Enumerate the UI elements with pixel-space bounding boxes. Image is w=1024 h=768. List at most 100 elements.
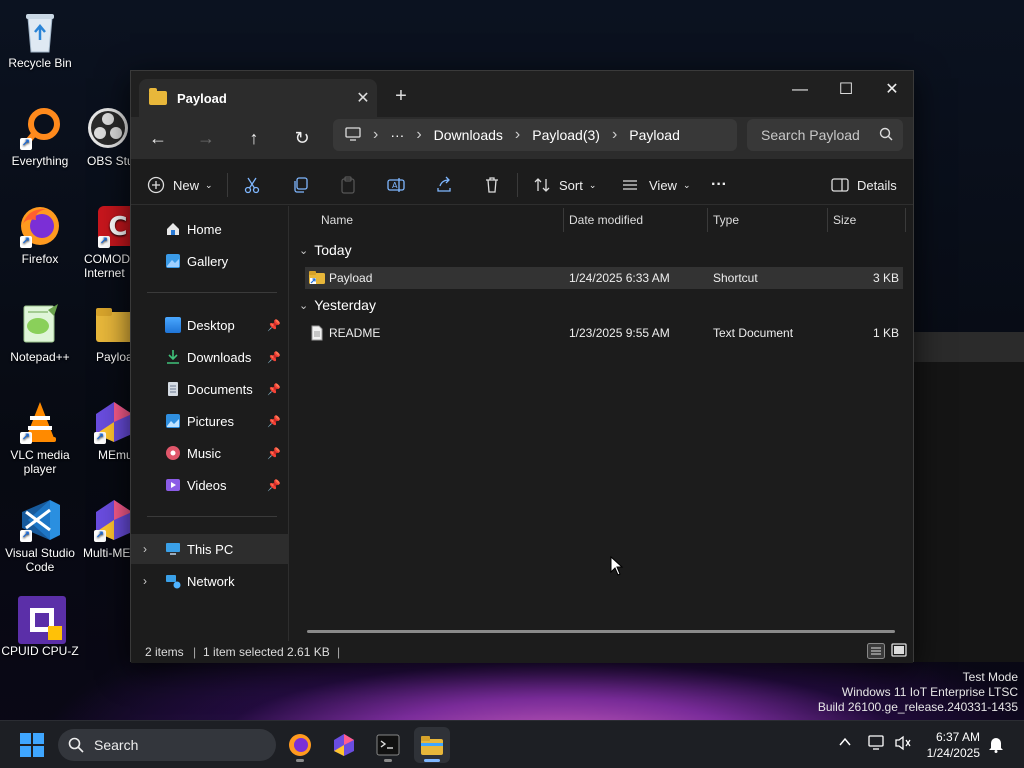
forward-button[interactable]: → [191, 123, 221, 153]
comodo-icon: C ↗ [96, 204, 130, 248]
desktop-icon-multi-memu[interactable]: ↗ Multi-ME [78, 498, 130, 560]
column-header-date[interactable]: Date modified [569, 206, 643, 234]
breadcrumb-overflow[interactable]: ··· [390, 127, 404, 143]
title-bar[interactable]: Payload ✕ + — ☐ ✕ [131, 71, 913, 117]
start-button[interactable] [20, 733, 44, 760]
column-divider[interactable] [827, 208, 828, 232]
column-header-name[interactable]: Name [321, 206, 353, 234]
chevron-down-icon: ⌄ [299, 299, 309, 312]
desktop-icon-comodo[interactable]: C ↗ COMOD Internet [78, 204, 130, 280]
desktop-icon-vscode[interactable]: ↗ Visual Studio Code [0, 498, 80, 574]
chevron-right-icon[interactable]: › [373, 126, 378, 144]
search-icon [879, 127, 893, 141]
network-status-icon[interactable] [868, 735, 886, 754]
file-explorer-window[interactable]: Payload ✕ + — ☐ ✕ ← → ↑ ↻ › ··· › Downlo… [130, 70, 914, 663]
details-pane-button[interactable]: Details [831, 171, 897, 199]
nav-item-videos[interactable]: Videos 📌 [131, 470, 289, 500]
group-header-today[interactable]: ⌄ Today [299, 242, 352, 258]
horizontal-scrollbar[interactable] [307, 630, 895, 633]
desktop-icon-everything[interactable]: ↗ Everything [0, 106, 80, 168]
tab-payload[interactable]: Payload ✕ [139, 79, 377, 117]
nav-item-pictures[interactable]: Pictures 📌 [131, 406, 289, 436]
pin-icon[interactable]: 📌 [267, 415, 281, 428]
desktop-icon-recycle-bin[interactable]: Recycle Bin [0, 8, 80, 70]
chevron-up-icon[interactable] [838, 735, 852, 752]
nav-item-this-pc[interactable]: › This PC [131, 534, 289, 564]
monitor-icon [345, 126, 361, 144]
details-view-button[interactable] [867, 643, 885, 662]
taskbar-search[interactable]: Search [58, 729, 276, 761]
breadcrumb-payload[interactable]: Payload [629, 127, 680, 143]
nav-divider [147, 292, 277, 293]
pin-icon[interactable]: 📌 [267, 351, 281, 364]
pin-icon[interactable]: 📌 [267, 383, 281, 396]
refresh-button[interactable]: ↻ [287, 123, 317, 153]
delete-button[interactable] [483, 171, 501, 199]
chevron-right-icon[interactable]: › [143, 542, 147, 556]
close-button[interactable]: ✕ [869, 75, 915, 105]
table-row[interactable]: Payload 1/24/2025 6:33 AM Shortcut 3 KB [305, 267, 903, 289]
taskbar-file-explorer[interactable] [414, 727, 450, 763]
breadcrumb-downloads[interactable]: Downloads [434, 127, 503, 143]
back-button[interactable]: ← [143, 123, 173, 153]
minimize-button[interactable]: — [777, 75, 823, 105]
chevron-right-icon[interactable]: › [416, 126, 421, 144]
column-divider[interactable] [905, 208, 906, 232]
background-window-body [914, 362, 1024, 662]
nav-item-network[interactable]: › Network [131, 566, 289, 596]
copy-button[interactable] [291, 171, 309, 199]
sort-button[interactable]: Sort ⌄ [533, 171, 596, 199]
desktop-icon-firefox[interactable]: ↗ Firefox [0, 204, 80, 266]
desktop-icon-notepadpp[interactable]: Notepad++ [0, 302, 80, 364]
volume-muted-icon[interactable] [894, 735, 912, 754]
maximize-button[interactable]: ☐ [823, 75, 869, 105]
share-button[interactable] [435, 171, 453, 199]
desktop-icon-obs[interactable]: OBS Stu [78, 106, 138, 168]
cut-button[interactable] [243, 171, 261, 199]
nav-item-home[interactable]: Home [131, 214, 289, 244]
pin-icon[interactable]: 📌 [267, 479, 281, 492]
nav-item-downloads[interactable]: Downloads 📌 [131, 342, 289, 372]
desktop-icon-payload-folder[interactable]: Payloa [78, 302, 130, 364]
chevron-right-icon[interactable]: › [515, 126, 520, 144]
file-date: 1/23/2025 9:55 AM [569, 326, 670, 340]
taskbar-terminal[interactable] [370, 727, 406, 763]
desktop-icon-cpuz[interactable]: CPUID CPU-Z [0, 596, 80, 658]
notification-bell-icon[interactable] [988, 735, 1004, 756]
column-header-size[interactable]: Size [833, 206, 856, 234]
column-divider[interactable] [563, 208, 564, 232]
column-header-type[interactable]: Type [713, 206, 739, 234]
nav-item-gallery[interactable]: Gallery [131, 246, 289, 276]
file-date: 1/24/2025 6:33 AM [569, 271, 670, 285]
tiles-view-button[interactable] [891, 643, 907, 660]
nav-item-desktop[interactable]: Desktop 📌 [131, 310, 289, 340]
view-button[interactable]: View ⌄ [621, 171, 691, 199]
address-bar[interactable]: › ··· › Downloads › Payload(3) › Payload [333, 119, 737, 151]
tab-close-button[interactable]: ✕ [349, 88, 377, 108]
clock[interactable]: 6:37 AM 1/24/2025 [927, 729, 980, 761]
desktop-icon-vlc[interactable]: ↗ VLC media player [0, 400, 80, 476]
rename-button[interactable]: A [387, 171, 405, 199]
breadcrumb-payload3[interactable]: Payload(3) [532, 127, 600, 143]
search-box[interactable]: Search Payload [747, 119, 903, 151]
new-button[interactable]: New ⌄ [147, 171, 213, 199]
pin-icon[interactable]: 📌 [267, 447, 281, 460]
column-divider[interactable] [707, 208, 708, 232]
chevron-right-icon[interactable]: › [143, 574, 147, 588]
more-options-button[interactable]: ··· [711, 171, 727, 199]
desktop-icon-label: Firefox [21, 252, 59, 266]
table-row[interactable]: README 1/23/2025 9:55 AM Text Document 1… [305, 322, 903, 344]
taskbar-firefox[interactable] [282, 727, 318, 763]
pin-icon[interactable]: 📌 [267, 319, 281, 332]
chevron-right-icon[interactable]: › [612, 126, 617, 144]
nav-item-music[interactable]: Music 📌 [131, 438, 289, 468]
tiles-view-icon [891, 643, 907, 657]
up-button[interactable]: ↑ [239, 123, 269, 153]
new-button-label: New [173, 177, 200, 193]
new-tab-button[interactable]: + [391, 85, 411, 108]
desktop-icon-memu[interactable]: ↗ MEmu [78, 400, 130, 462]
paste-button[interactable] [339, 171, 357, 199]
group-header-yesterday[interactable]: ⌄ Yesterday [299, 297, 376, 313]
taskbar-memu[interactable] [326, 727, 362, 763]
nav-item-documents[interactable]: Documents 📌 [131, 374, 289, 404]
